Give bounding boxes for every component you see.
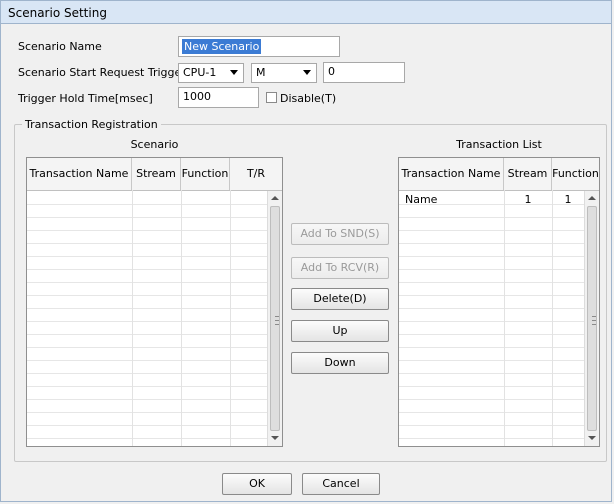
- trigger-label: Scenario Start Request Trigger: [18, 66, 186, 79]
- list-item-name[interactable]: Name: [405, 193, 437, 206]
- scroll-down-icon[interactable]: [588, 436, 596, 440]
- hold-time-label: Trigger Hold Time[msec]: [18, 92, 153, 105]
- transaction-list-title: Transaction List: [456, 138, 542, 151]
- column-header-transaction-name[interactable]: Transaction Name: [399, 158, 504, 190]
- list-item-function[interactable]: 1: [552, 193, 584, 206]
- chevron-down-icon: [303, 70, 311, 75]
- column-header-t-r[interactable]: T/R: [230, 158, 282, 190]
- transaction-list-scrollbar[interactable]: [584, 191, 599, 446]
- scenario-name-label: Scenario Name: [18, 40, 102, 53]
- title-bar: Scenario Setting: [0, 0, 612, 24]
- column-header-stream[interactable]: Stream: [504, 158, 552, 190]
- scroll-down-icon[interactable]: [271, 436, 279, 440]
- scenario-name-value: New Scenario: [182, 39, 262, 54]
- list-item-stream[interactable]: 1: [504, 193, 552, 206]
- hold-time-value: 1000: [183, 90, 211, 103]
- transaction-list-header: Transaction Name Stream Function: [399, 158, 599, 191]
- column-header-function[interactable]: Function: [181, 158, 230, 190]
- scenario-title: Scenario: [130, 138, 179, 151]
- delete-button[interactable]: Delete(D): [291, 288, 389, 310]
- trigger-address-input[interactable]: 0: [323, 62, 405, 83]
- column-header-transaction-name[interactable]: Transaction Name: [27, 158, 132, 190]
- trigger-device-value: M: [256, 66, 266, 79]
- trigger-address-value: 0: [328, 65, 335, 78]
- ok-button[interactable]: OK: [222, 473, 292, 495]
- scroll-thumb[interactable]: [587, 206, 597, 431]
- up-button[interactable]: Up: [291, 320, 389, 342]
- window-title: Scenario Setting: [8, 6, 107, 20]
- scroll-thumb[interactable]: [270, 206, 280, 431]
- scenario-grid[interactable]: Transaction Name Stream Function T/R: [26, 157, 283, 447]
- add-to-rcv-button[interactable]: Add To RCV(R): [291, 257, 389, 279]
- column-header-stream[interactable]: Stream: [132, 158, 181, 190]
- transaction-registration-label: Transaction Registration: [22, 118, 161, 131]
- cancel-button[interactable]: Cancel: [302, 473, 380, 495]
- scroll-up-icon[interactable]: [588, 196, 596, 200]
- hold-time-input[interactable]: 1000: [178, 87, 259, 108]
- column-header-function[interactable]: Function: [552, 158, 599, 190]
- chevron-down-icon: [230, 70, 238, 75]
- trigger-cpu-select[interactable]: CPU-1: [178, 63, 244, 83]
- trigger-device-select[interactable]: M: [251, 63, 317, 83]
- down-button[interactable]: Down: [291, 352, 389, 374]
- transaction-list-grid[interactable]: Transaction Name Stream Function Name 1 …: [398, 157, 600, 447]
- disable-checkbox[interactable]: [266, 92, 277, 103]
- scenario-scrollbar[interactable]: [267, 191, 282, 446]
- add-to-snd-button[interactable]: Add To SND(S): [291, 223, 389, 245]
- scroll-up-icon[interactable]: [271, 196, 279, 200]
- disable-label: Disable(T): [280, 92, 337, 105]
- scenario-grid-header: Transaction Name Stream Function T/R: [27, 158, 282, 191]
- scenario-name-input[interactable]: New Scenario: [178, 36, 340, 57]
- trigger-cpu-value: CPU-1: [183, 66, 217, 79]
